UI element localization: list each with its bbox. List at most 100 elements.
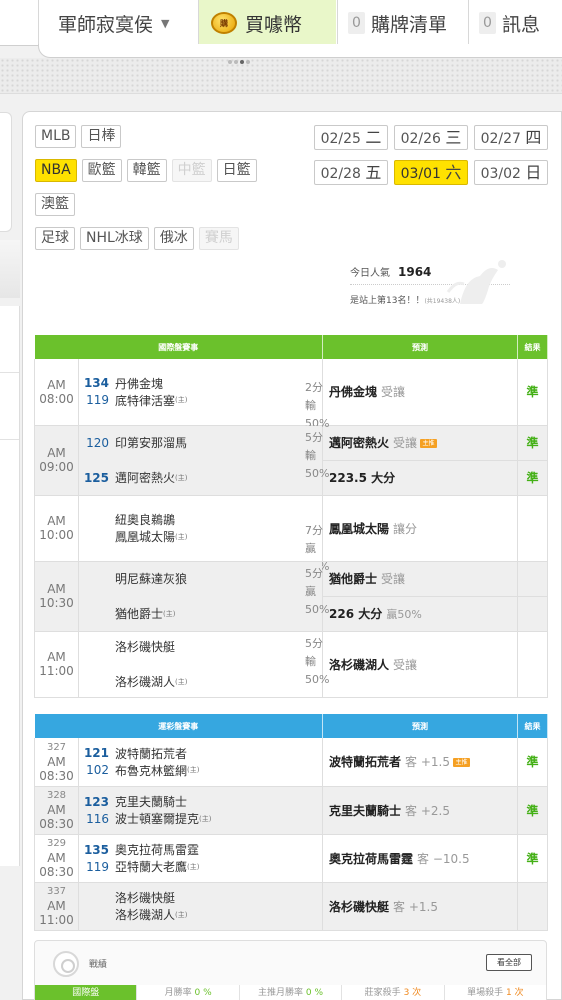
matchup[interactable]: 明尼蘇達灰狼 猶他爵士 (主) 5分贏 50% — [78, 561, 329, 632]
home-mark: (主) — [175, 473, 188, 482]
sport-tag-russia-hockey[interactable]: 俄冰 — [153, 227, 194, 250]
sport-tag-euro-basketball[interactable]: 歐籃 — [81, 159, 122, 182]
table-row: AM 08:00 134 丹佛金塊 119 底特律活塞 (主) 2分輸 50% 丹佛金塊… — [34, 359, 548, 430]
nav-bottom-edge — [38, 44, 562, 58]
matchup[interactable]: 121 波特蘭拓荒者 102 布魯克林籃網 (主) — [78, 738, 323, 787]
team-name: 克里夫蘭騎士 — [115, 795, 188, 809]
team-score: 125 — [83, 470, 109, 485]
spread-result: 2分輸 — [305, 381, 323, 412]
main-pick-badge: 主推 — [452, 758, 470, 768]
game-time: AM 08:30 — [39, 803, 74, 831]
game-time: AM 09:00 — [34, 425, 79, 496]
sport-tag-horse-racing: 賽馬 — [198, 227, 239, 250]
team-score: 121 — [83, 746, 109, 761]
sport-tag-korea-basketball[interactable]: 韓籃 — [126, 159, 167, 182]
team-name: 洛杉磯快艇 — [115, 891, 176, 905]
game-number-time: 328 AM 08:30 — [34, 786, 79, 835]
carousel-dot-active[interactable] — [240, 60, 244, 64]
matchup[interactable]: 134 丹佛金塊 119 底特律活塞 (主) 2分輸 50% — [78, 359, 329, 430]
date-tab[interactable]: 02/28 五 — [314, 160, 388, 185]
team-name: 底特律活塞 — [115, 393, 176, 408]
spread-result: 5分輸 — [305, 636, 323, 668]
prediction: 226 大分 贏50% — [322, 596, 518, 632]
sport-tag-australia-basketball[interactable]: 澳籃 — [35, 193, 75, 216]
date-tab[interactable]: 03/02 日 — [474, 160, 548, 185]
prediction-type: 受讓 — [381, 385, 406, 400]
spread-pct: 50% — [305, 466, 330, 480]
date-tab-weekday: 四 — [525, 128, 542, 147]
carousel-dot[interactable] — [246, 60, 250, 64]
matchup[interactable]: 洛杉磯快艇 洛杉磯湖人 (主) 5分輸 50% — [78, 631, 329, 698]
buy-coins-button[interactable]: 購 買噱幣 — [198, 0, 336, 46]
sport-tags: MLB 日棒 NBA 歐籃 韓籃 中籃 日籃 澳籃 足球 NHL冰球 俄冰 賽馬 — [35, 125, 305, 261]
result: 準 — [517, 425, 548, 461]
result: 準 — [517, 834, 548, 883]
tab-intl-odds[interactable]: 國際盤 — [35, 985, 137, 1000]
prediction-type: 受讓 — [381, 572, 406, 586]
lottery-header-match: 運彩盤賽事 — [34, 714, 323, 738]
sport-tag-japan-basketball[interactable]: 日籃 — [216, 159, 257, 182]
main-month-winrate[interactable]: 主推月勝率 0 % — [238, 985, 342, 1000]
game-time: AM 11:00 — [39, 899, 74, 927]
prediction-line: 客 +2.5 — [405, 803, 450, 818]
intl-header-pred: 預測 — [322, 335, 518, 359]
prediction-pick: 鳳凰城太陽 — [329, 521, 390, 536]
sport-tag-soccer[interactable]: 足球 — [35, 227, 75, 250]
table-row: AM 09:00 120 印第安那溜馬 125 邁阿密熱火 (主) 5分輸 50% 邁阿… — [34, 425, 548, 496]
bookmaker-killer[interactable]: 莊家殺手 3 次 — [341, 985, 444, 1000]
carousel-dot[interactable] — [228, 60, 232, 64]
lottery-header-result: 結果 — [517, 714, 548, 738]
prediction: 波特蘭拓荒者客 +1.5 主推 — [322, 738, 518, 787]
popularity-label: 今日人氣 — [350, 268, 390, 279]
carousel-dot[interactable] — [234, 60, 238, 64]
month-winrate[interactable]: 月勝率 0 % — [136, 985, 239, 1000]
sport-tag-nba[interactable]: NBA — [35, 159, 77, 182]
table-row: AM 10:00 紐奧良鵜鶘 鳳凰城太陽(主) 7分贏50% 鳳凰城太陽讓分 — [34, 495, 548, 573]
date-tab-md: 03/01 — [400, 166, 441, 182]
date-tab[interactable]: 02/27 四 — [474, 125, 548, 150]
prediction-line: 客 +1.5 — [393, 899, 438, 914]
spread-result: 5分贏 — [305, 566, 323, 598]
single-killer[interactable]: 單場殺手 1 次 — [443, 985, 547, 1000]
top-nav: 軍師寂寞侯 ▼ 購 買噱幣 0 購牌清單 0 訊息 — [0, 0, 562, 46]
date-tab-md: 02/27 — [480, 131, 521, 147]
date-tab[interactable]: 02/26 三 — [394, 125, 468, 150]
prediction-type: 讓分 — [393, 521, 418, 536]
team-name: 波特蘭拓荒者 — [115, 746, 188, 761]
month-winrate-value: 0 % — [194, 988, 212, 998]
prediction: 洛杉磯湖人 受讓 — [322, 631, 518, 698]
table-row: 327 AM 08:30 121 波特蘭拓荒者 102 布魯克林籃網 (主) 波特蘭拓荒… — [34, 738, 548, 787]
chevron-down-icon: ▼ — [161, 16, 170, 30]
sport-tag-npb[interactable]: 日棒 — [81, 125, 122, 148]
intl-odds-table: 國際盤賽事 預測 結果 AM 08:00 134 丹佛金塊 119 底特律活塞 (主)… — [34, 335, 548, 698]
team-name: 洛杉磯湖人 — [115, 675, 176, 689]
team-name: 洛杉磯湖人 — [115, 908, 176, 922]
home-mark: (主) — [175, 532, 188, 541]
messages-button[interactable]: 0 訊息 — [468, 0, 562, 46]
table-row: 328 AM 08:30 123 克里夫蘭騎士 116 波士頓塞爾提克 (主) 克里夫蘭… — [34, 786, 548, 835]
carousel-dots[interactable] — [228, 60, 250, 64]
banner-strip — [0, 58, 562, 94]
game-time: AM 11:00 — [34, 631, 79, 698]
spread-pct: 50% — [305, 602, 330, 616]
matchup[interactable]: 紐奧良鵜鶘 鳳凰城太陽(主) 7分贏50% — [78, 495, 329, 573]
team-score: 123 — [83, 794, 109, 809]
date-tab-md: 02/26 — [400, 131, 441, 147]
sport-tag-nhl[interactable]: NHL冰球 — [80, 227, 149, 250]
view-all-button[interactable]: 看全部 — [486, 954, 532, 971]
prediction: 丹佛金塊 受讓 — [322, 359, 518, 426]
date-tab-active[interactable]: 03/01 六 — [394, 160, 468, 185]
left-panel-edge — [0, 112, 12, 232]
sport-tag-mlb[interactable]: MLB — [35, 125, 77, 148]
matchup[interactable]: 135 奧克拉荷馬雷霆 119 亞特蘭大老鷹 (主) — [78, 834, 323, 883]
date-tab[interactable]: 02/25 二 — [314, 125, 388, 150]
spread-result: 5分輸 — [305, 430, 323, 462]
matchup[interactable]: 洛杉磯快艇 洛杉磯湖人 (主) — [78, 882, 323, 931]
matchup[interactable]: 120 印第安那溜馬 125 邁阿密熱火 (主) 5分輸 50% — [78, 425, 329, 496]
home-mark: (主) — [187, 766, 200, 775]
result — [517, 882, 548, 931]
matchup[interactable]: 123 克里夫蘭騎士 116 波士頓塞爾提克 (主) — [78, 786, 323, 835]
purchase-list-button[interactable]: 0 購牌清單 — [337, 0, 467, 46]
prediction-pick: 223.5 大分 — [322, 460, 518, 496]
user-menu[interactable]: 軍師寂寞侯 ▼ — [38, 0, 196, 46]
